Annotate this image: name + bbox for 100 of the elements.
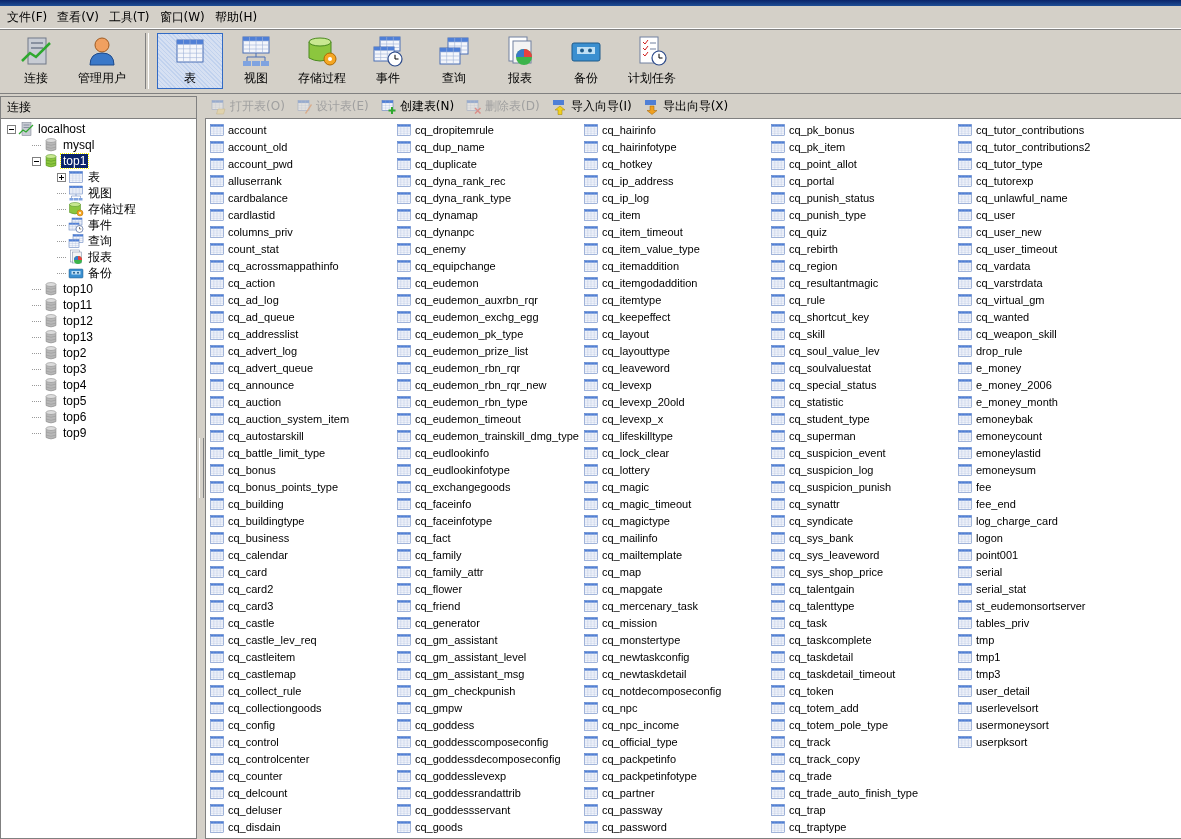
table-name[interactable]: columns_priv — [228, 225, 293, 238]
table-name[interactable]: cq_rebirth — [789, 242, 838, 255]
table-name[interactable]: cq_eudemon_timeout — [415, 412, 521, 425]
table-name[interactable]: cq_pk_bonus — [789, 123, 855, 136]
table-name[interactable]: cq_npc — [602, 701, 638, 714]
table-name[interactable]: cq_eudemon_rbn_rqr — [415, 361, 521, 374]
table-name[interactable]: cq_synattr — [789, 497, 840, 510]
table-name[interactable]: cq_faceinfotype — [415, 514, 493, 527]
table-name[interactable]: cq_magictype — [602, 514, 670, 527]
table-name[interactable]: account_pwd — [228, 157, 293, 170]
table-name[interactable]: emoneylastid — [976, 446, 1041, 459]
table-name[interactable]: cq_goddess — [415, 718, 475, 731]
table-name[interactable]: cq_eudemon_auxrbn_rqr — [415, 293, 538, 306]
table-name[interactable]: cq_goddesscomposeconfig — [415, 735, 549, 748]
table-name[interactable]: cq_task — [789, 616, 827, 629]
table-name[interactable]: fee — [976, 480, 992, 493]
table-name[interactable]: cq_packpetinfo — [602, 752, 676, 765]
table-name[interactable]: cq_card3 — [228, 599, 274, 612]
expand-toggle[interactable] — [57, 172, 66, 182]
table-name[interactable]: cq_special_status — [789, 378, 877, 391]
table-name[interactable]: cq_disdain — [228, 820, 281, 833]
toolbar-button[interactable]: 视图 — [223, 33, 289, 89]
table-name[interactable]: cq_mailinfo — [602, 531, 658, 544]
table-name[interactable]: cq_hairinfo — [602, 123, 656, 136]
table-name[interactable]: cq_collect_rule — [228, 684, 302, 697]
table-name[interactable]: cq_dynamap — [415, 208, 478, 221]
table-name[interactable]: cq_packpetinfotype — [602, 769, 697, 782]
table-name[interactable]: cq_fact — [415, 531, 451, 544]
table-name[interactable]: cq_sys_bank — [789, 531, 854, 544]
table-name[interactable]: cq_mercenary_task — [602, 599, 698, 612]
table-name[interactable]: cq_goods — [415, 820, 463, 833]
table-name[interactable]: count_stat — [228, 242, 279, 255]
table-name[interactable]: cq_ad_queue — [228, 310, 295, 323]
table-name[interactable]: cq_eudemon_pk_type — [415, 327, 524, 340]
collapse-toggle[interactable] — [32, 156, 41, 166]
table-name[interactable]: cq_student_type — [789, 412, 870, 425]
table-name[interactable]: cq_auction — [228, 395, 282, 408]
table-name[interactable]: cq_trap — [789, 803, 826, 816]
table-name[interactable]: cq_rule — [789, 293, 826, 306]
table-name[interactable]: cq_magic_timeout — [602, 497, 692, 510]
table-name[interactable]: cq_taskdetail — [789, 650, 854, 663]
table-name[interactable]: cq_card — [228, 565, 268, 578]
table-name[interactable]: cq_lock_clear — [602, 446, 670, 459]
table-name[interactable]: cq_goddesslevexp — [415, 769, 507, 782]
table-name[interactable]: cq_control — [228, 735, 279, 748]
table-name[interactable]: cq_punish_status — [789, 191, 875, 204]
table-name[interactable]: e_money_month — [976, 395, 1058, 408]
splitter-grip[interactable] — [198, 437, 204, 498]
table-name[interactable]: cq_vardata — [976, 259, 1031, 272]
table-name[interactable]: cq_map — [602, 565, 642, 578]
table-name[interactable]: cardlastid — [228, 208, 276, 221]
table-name[interactable]: cq_mission — [602, 616, 658, 629]
table-name[interactable]: tmp1 — [976, 650, 1001, 663]
table-name[interactable]: cq_password — [602, 820, 667, 833]
table-name[interactable]: cq_friend — [415, 599, 461, 612]
table-name[interactable]: cq_collectiongoods — [228, 701, 322, 714]
table-name[interactable]: cq_sys_leaveword — [789, 548, 880, 561]
table-name[interactable]: cq_taskdetail_timeout — [789, 667, 896, 680]
table-name[interactable]: cq_dyna_rank_rec — [415, 174, 506, 187]
table-name[interactable]: cq_totem_add — [789, 701, 859, 714]
table-name[interactable]: cq_eudemon_trainskill_dmg_type — [415, 429, 579, 442]
table-name[interactable]: cq_dropitemrule — [415, 123, 494, 136]
toolbar-button[interactable]: 存储过程 — [289, 33, 355, 89]
table-name[interactable]: cq_acrossmappathinfo — [228, 259, 339, 272]
table-name[interactable]: cq_duplicate — [415, 157, 477, 170]
table-name[interactable]: point001 — [976, 548, 1019, 561]
menu-item[interactable]: 帮助(H) — [209, 8, 263, 26]
table-name[interactable]: cq_user_new — [976, 225, 1042, 238]
action-button[interactable]: 创建表(N) — [378, 98, 457, 115]
toolbar-button[interactable]: 计划任务 — [619, 33, 685, 89]
table-name[interactable]: cq_newtaskconfig — [602, 650, 690, 663]
table-name[interactable]: serial — [976, 565, 1003, 578]
table-name[interactable]: cq_superman — [789, 429, 856, 442]
table-name[interactable]: usermoneysort — [976, 718, 1049, 731]
table-name[interactable]: logon — [976, 531, 1003, 544]
tree-item[interactable]: top4 — [61, 378, 89, 392]
tree-item[interactable]: mysql — [61, 138, 97, 152]
table-name[interactable]: cq_soulvaluestat — [789, 361, 871, 374]
table-name[interactable]: cq_hotkey — [602, 157, 653, 170]
table-name[interactable]: cq_tutorexp — [976, 174, 1034, 187]
table-name[interactable]: cq_pk_item — [789, 140, 846, 153]
table-name[interactable]: cq_monstertype — [602, 633, 681, 646]
table-name[interactable]: cq_token — [789, 684, 834, 697]
table-name[interactable]: cq_battle_limit_type — [228, 446, 326, 459]
table-name[interactable]: cq_eudemon_rbn_rqr_new — [415, 378, 547, 391]
table-name[interactable]: cq_family — [415, 548, 462, 561]
table-name[interactable]: cq_soul_value_lev — [789, 344, 880, 357]
menu-item[interactable]: 工具(T) — [103, 8, 155, 26]
table-name[interactable]: tmp — [976, 633, 995, 646]
tree-item[interactable]: top11 — [61, 298, 95, 312]
table-name[interactable]: cq_unlawful_name — [976, 191, 1068, 204]
table-name[interactable]: cq_goddessdecomposeconfig — [415, 752, 561, 765]
table-name[interactable]: cq_eudemon_exchg_egg — [415, 310, 539, 323]
tree-item[interactable]: top12 — [61, 314, 96, 328]
table-name[interactable]: account — [228, 123, 267, 136]
tree-item[interactable]: 事件 — [86, 218, 114, 232]
table-name[interactable]: cardbalance — [228, 191, 288, 204]
table-name[interactable]: cq_npc_income — [602, 718, 680, 731]
table-name[interactable]: cq_flower — [415, 582, 463, 595]
table-name[interactable]: cq_point_allot — [789, 157, 857, 170]
